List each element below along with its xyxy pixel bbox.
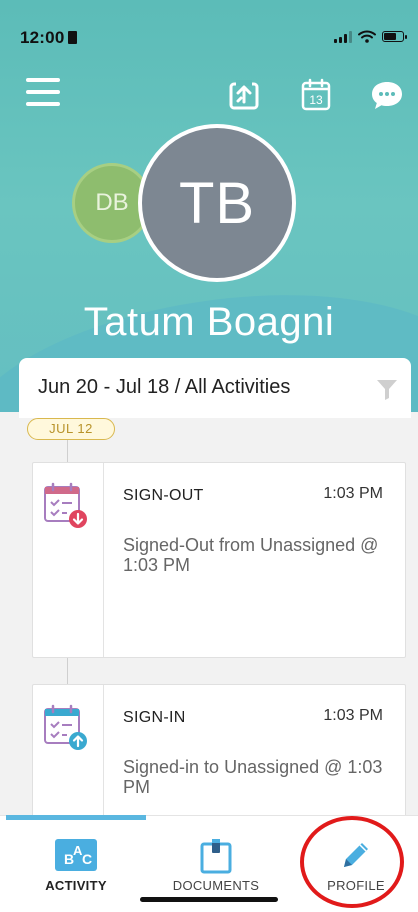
status-icons [334, 30, 407, 43]
secondary-avatar-initials: DB [95, 189, 129, 216]
date-range-filter-label[interactable]: Jun 20 - Jul 18 / All Activities [38, 376, 290, 399]
activity-description: Signed-Out from Unassigned @ 1:03 PM [123, 535, 379, 575]
activity-description: Signed-in to Unassigned @ 1:03 PM [123, 757, 383, 797]
tab-profile[interactable]: PROFILE [286, 816, 418, 912]
primary-avatar[interactable]: TB [138, 124, 296, 282]
svg-text:C: C [82, 851, 92, 867]
hamburger-menu-icon[interactable] [26, 78, 60, 112]
activity-card-sign-in[interactable]: SIGN-IN 1:03 PM Signed-in to Unassigned … [32, 684, 406, 824]
signal-icon [334, 30, 352, 43]
calendar-day-number: 13 [309, 93, 323, 107]
home-indicator[interactable] [140, 897, 278, 902]
tab-documents-label: DOCUMENTS [172, 878, 260, 893]
activity-card-sign-out[interactable]: SIGN-OUT 1:03 PM Signed-Out from Unassig… [32, 462, 406, 658]
wifi-icon [358, 30, 376, 43]
activity-time: 1:03 PM [323, 485, 383, 502]
activity-time: 1:03 PM [323, 707, 383, 724]
filter-bar[interactable]: Jun 20 - Jul 18 / All Activities [19, 358, 411, 418]
activity-abc-icon: B A C [55, 839, 97, 871]
tab-activity[interactable]: B A C ACTIVITY [6, 816, 146, 912]
calendar-icon[interactable]: 13 [300, 78, 334, 112]
tab-profile-label: PROFILE [327, 878, 385, 893]
date-chip: JUL 12 [27, 418, 115, 440]
upload-icon[interactable] [228, 78, 262, 112]
filter-funnel-icon[interactable] [376, 378, 398, 400]
user-name: Tatum Boagni [83, 300, 335, 344]
activity-title: SIGN-IN [123, 709, 186, 726]
sign-in-calendar-icon [44, 704, 87, 750]
sign-out-calendar-icon [44, 482, 87, 528]
lock-icon [68, 31, 78, 44]
documents-clipboard-icon [200, 839, 232, 874]
tab-activity-label: ACTIVITY [45, 878, 107, 893]
activity-title: SIGN-OUT [123, 487, 204, 504]
pencil-icon [344, 843, 368, 867]
primary-avatar-initials: TB [178, 170, 256, 236]
status-time: 12:00 [20, 28, 78, 48]
battery-icon [382, 31, 407, 42]
chat-bubble-icon[interactable] [370, 78, 404, 112]
status-bar: 12:00 [0, 0, 418, 80]
